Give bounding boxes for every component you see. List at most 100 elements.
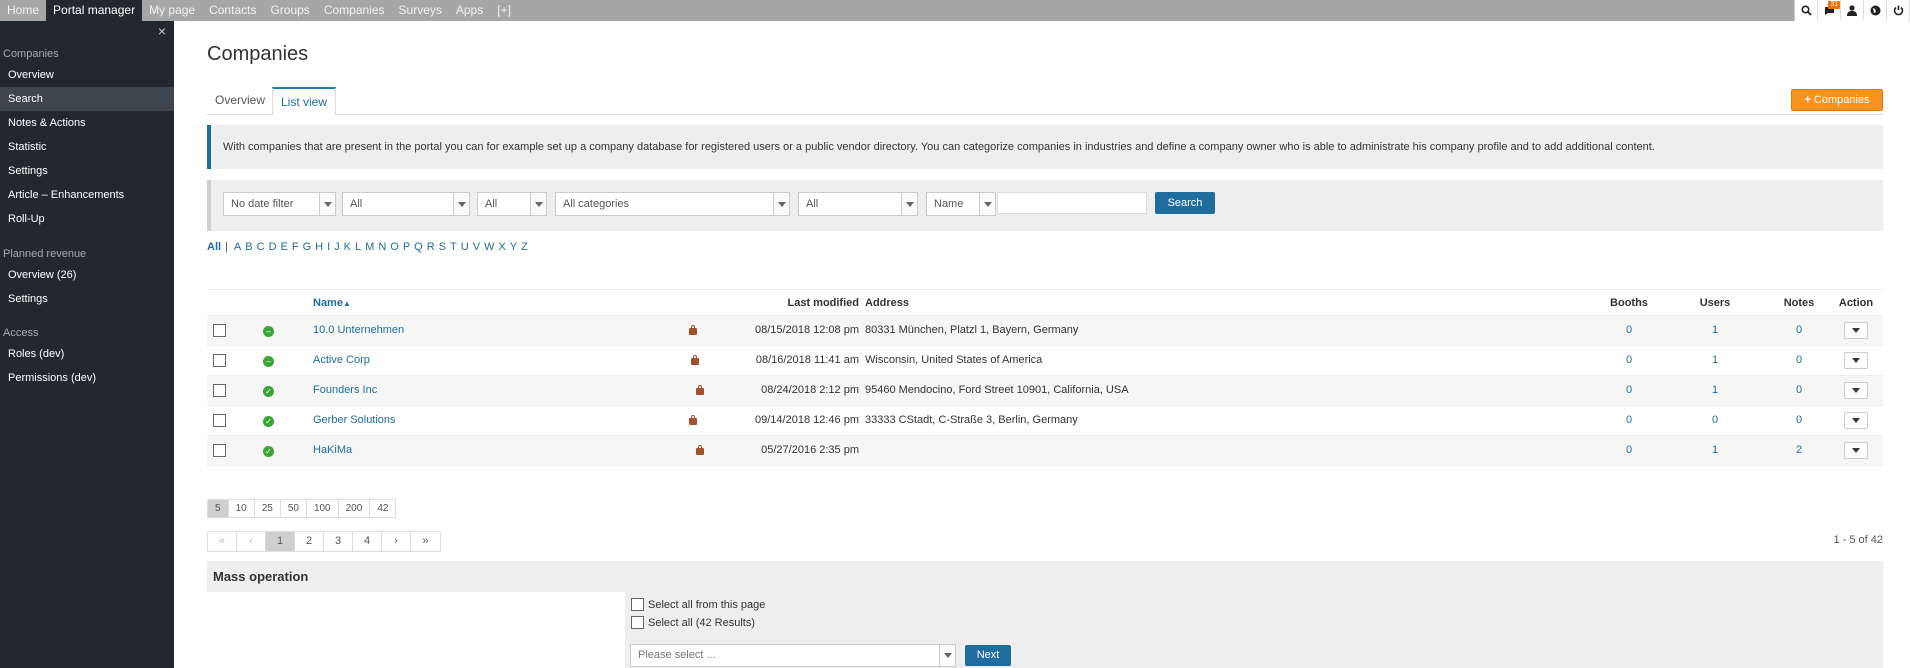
search-field-select[interactable]: Name xyxy=(926,192,996,216)
select-page-checkbox[interactable] xyxy=(631,598,644,611)
alphabet-letter[interactable]: C xyxy=(257,241,265,253)
alphabet-letter[interactable]: V xyxy=(473,241,480,253)
sidebar-item-article-enhancements[interactable]: Article – Enhancements xyxy=(0,183,174,207)
sidebar-item-search[interactable]: Search xyxy=(0,87,174,111)
nav-portal-manager[interactable]: Portal manager xyxy=(46,0,143,21)
sidebar-item-revenue-settings[interactable]: Settings xyxy=(0,287,174,311)
sidebar-item-statistic[interactable]: Statistic xyxy=(0,135,174,159)
company-name-link[interactable]: Active Corp xyxy=(313,346,370,375)
company-name-link[interactable]: HaKiMa xyxy=(313,436,352,465)
booths-count[interactable]: 0 xyxy=(1604,406,1654,435)
alphabet-letter[interactable]: T xyxy=(450,241,457,253)
booths-count[interactable]: 0 xyxy=(1604,436,1654,465)
page-size-option[interactable]: 42 xyxy=(370,500,396,517)
row-action-button[interactable] xyxy=(1844,352,1868,369)
select-page-option[interactable]: Select all from this page xyxy=(631,598,765,611)
users-count[interactable]: 1 xyxy=(1690,316,1740,345)
notes-count[interactable]: 0 xyxy=(1774,346,1824,375)
users-count[interactable]: 0 xyxy=(1690,406,1740,435)
nav-contacts[interactable]: Contacts xyxy=(202,0,263,21)
alphabet-letter[interactable]: D xyxy=(269,241,277,253)
page-size-option[interactable]: 200 xyxy=(338,500,371,517)
row-checkbox[interactable] xyxy=(213,414,226,427)
alphabet-letter[interactable]: O xyxy=(390,241,399,253)
close-icon[interactable]: × xyxy=(158,23,166,39)
row-action-button[interactable] xyxy=(1844,322,1868,339)
alphabet-letter[interactable]: I xyxy=(327,241,330,253)
page-size-option[interactable]: 10 xyxy=(228,500,255,517)
notes-count[interactable]: 2 xyxy=(1774,436,1824,465)
alphabet-letter[interactable]: R xyxy=(427,241,435,253)
mass-operation-select[interactable]: Please select ... xyxy=(630,644,956,667)
column-header-booths[interactable]: Booths xyxy=(1604,290,1654,317)
select-all-option[interactable]: Select all (42 Results) xyxy=(631,616,755,629)
row-checkbox[interactable] xyxy=(213,384,226,397)
column-header-name[interactable]: Name▲ xyxy=(313,290,351,317)
company-name-link[interactable]: 10.0 Unternehmen xyxy=(313,316,404,345)
booths-count[interactable]: 0 xyxy=(1604,346,1654,375)
pager-page[interactable]: 2 xyxy=(295,532,324,551)
alphabet-letter[interactable]: J xyxy=(334,241,340,253)
zoom-icon[interactable] xyxy=(1795,0,1818,21)
nav-my-page[interactable]: My page xyxy=(142,0,202,21)
tab-list-view[interactable]: List view xyxy=(272,87,337,115)
nav-groups[interactable]: Groups xyxy=(263,0,316,21)
alphabet-letter[interactable]: L xyxy=(355,241,361,253)
alphabet-letter[interactable]: Y xyxy=(510,241,517,253)
alphabet-letter[interactable]: U xyxy=(461,241,469,253)
alphabet-letter[interactable]: N xyxy=(378,241,386,253)
row-checkbox[interactable] xyxy=(213,354,226,367)
search-button[interactable]: Search xyxy=(1155,192,1215,214)
alphabet-letter[interactable]: G xyxy=(303,241,312,253)
page-size-option[interactable]: 25 xyxy=(254,500,281,517)
page-size-option[interactable]: 50 xyxy=(280,500,307,517)
company-name-link[interactable]: Gerber Solutions xyxy=(313,406,396,435)
pager-last[interactable]: » xyxy=(411,532,440,551)
row-action-button[interactable] xyxy=(1844,442,1868,459)
alphabet-letter[interactable]: W xyxy=(484,241,494,253)
company-name-link[interactable]: Founders Inc xyxy=(313,376,377,405)
users-count[interactable]: 1 xyxy=(1690,346,1740,375)
alphabet-letter[interactable]: P xyxy=(403,241,410,253)
sidebar-item-permissions[interactable]: Permissions (dev) xyxy=(0,366,174,390)
page-size-option[interactable]: 5 xyxy=(208,500,229,517)
column-header-address[interactable]: Address xyxy=(817,290,909,317)
pager-page[interactable]: 1 xyxy=(266,532,295,551)
sidebar-item-roll-up[interactable]: Roll-Up xyxy=(0,207,174,231)
booths-count[interactable]: 0 xyxy=(1604,376,1654,405)
globe-icon[interactable] xyxy=(1864,0,1887,21)
nav-home[interactable]: Home xyxy=(0,0,46,21)
sidebar-item-revenue-overview[interactable]: Overview (26) xyxy=(0,263,174,287)
row-action-button[interactable] xyxy=(1844,382,1868,399)
add-company-button[interactable]: + Companies xyxy=(1791,89,1883,111)
alphabet-letter[interactable]: B xyxy=(245,241,252,253)
pager-first[interactable]: « xyxy=(208,532,237,551)
users-count[interactable]: 1 xyxy=(1690,436,1740,465)
category-select[interactable]: All categories xyxy=(555,192,790,216)
alphabet-letter[interactable]: H xyxy=(315,241,323,253)
alphabet-letter[interactable]: E xyxy=(281,241,288,253)
tab-overview[interactable]: Overview xyxy=(207,87,273,115)
row-action-button[interactable] xyxy=(1844,412,1868,429)
alphabet-letter[interactable]: Q xyxy=(414,241,423,253)
nav-apps[interactable]: Apps xyxy=(449,0,490,21)
column-header-users[interactable]: Users xyxy=(1690,290,1740,317)
notes-count[interactable]: 0 xyxy=(1774,376,1824,405)
booths-count[interactable]: 0 xyxy=(1604,316,1654,345)
sidebar-item-roles[interactable]: Roles (dev) xyxy=(0,342,174,366)
pager-page[interactable]: 3 xyxy=(324,532,353,551)
filter-select-5[interactable]: All xyxy=(798,192,918,216)
select-all-checkbox[interactable] xyxy=(631,616,644,629)
nav-surveys[interactable]: Surveys xyxy=(392,0,449,21)
date-filter-select[interactable]: No date filter xyxy=(223,192,336,216)
sidebar-item-notes-actions[interactable]: Notes & Actions xyxy=(0,111,174,135)
alphabet-letter[interactable]: A xyxy=(234,241,241,253)
alphabet-letter[interactable]: X xyxy=(498,241,505,253)
alphabet-letter[interactable]: F xyxy=(292,241,299,253)
row-checkbox[interactable] xyxy=(213,324,226,337)
notes-count[interactable]: 0 xyxy=(1774,406,1824,435)
users-count[interactable]: 1 xyxy=(1690,376,1740,405)
search-input[interactable] xyxy=(997,192,1147,214)
alphabet-all[interactable]: All xyxy=(207,241,221,253)
power-icon[interactable] xyxy=(1887,0,1910,21)
